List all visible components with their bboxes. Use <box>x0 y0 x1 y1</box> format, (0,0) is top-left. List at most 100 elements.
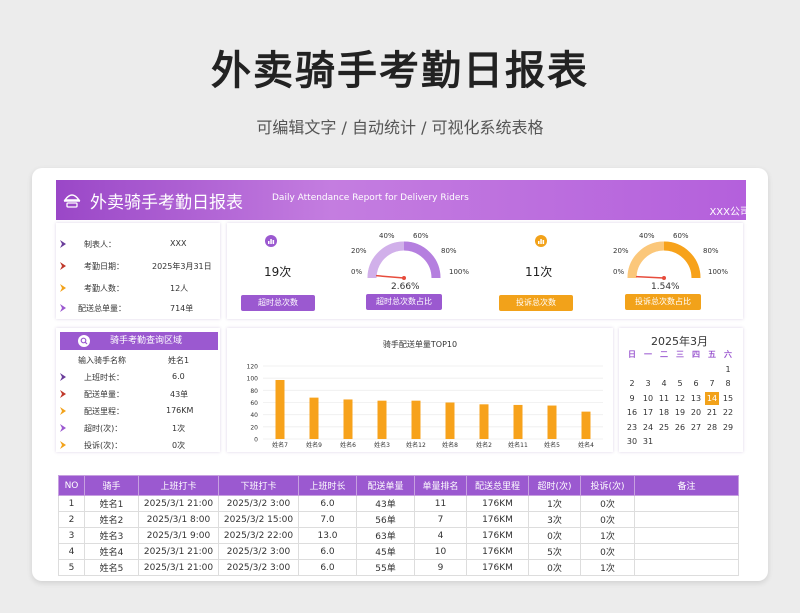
calendar-day[interactable]: 16 <box>625 406 639 419</box>
info-label: 考勤人数： <box>84 284 124 293</box>
info-value: XXX <box>170 239 187 248</box>
calendar-day[interactable]: 8 <box>721 377 735 390</box>
cell-complaints: 0次 <box>580 495 635 512</box>
calendar-day[interactable]: 21 <box>705 406 719 419</box>
calendar-day[interactable]: 12 <box>673 392 687 405</box>
cell-overtime: 3次 <box>528 511 581 528</box>
calendar-day[interactable]: 7 <box>705 377 719 390</box>
calendar-day[interactable]: 15 <box>721 392 735 405</box>
cell-no: 1 <box>58 495 85 512</box>
info-value: 12人 <box>170 284 189 293</box>
calendar-day[interactable]: 26 <box>673 421 687 434</box>
col-header-no: NO <box>58 475 85 496</box>
cell-rank: 4 <box>414 527 467 544</box>
calendar-day[interactable]: 9 <box>625 392 639 405</box>
bar[interactable] <box>479 404 489 439</box>
calendar-weekday: 四 <box>692 350 700 359</box>
top10-chart-panel: 骑手配送单量TOP10 0 20 40 60 80 100 120 姓名7 姓名9 姓名6 姓名3 姓… <box>227 328 613 452</box>
calendar-day[interactable]: 27 <box>689 421 703 434</box>
delivery-rider-icon <box>63 194 81 208</box>
calendar-day[interactable]: 4 <box>657 377 671 390</box>
calendar-day[interactable]: 28 <box>705 421 719 434</box>
x-tick-label: 姓名11 <box>508 441 528 449</box>
calendar-day[interactable]: 11 <box>657 392 671 405</box>
calendar-day[interactable]: 25 <box>657 421 671 434</box>
calendar-weekday: 六 <box>724 350 732 359</box>
calendar-day[interactable]: 1 <box>721 363 735 376</box>
table-row[interactable]: 2 姓名2 2025/3/1 8:00 2025/3/2 15:00 7.0 56单 7 17… <box>58 511 739 528</box>
calendar-day[interactable]: 20 <box>689 406 703 419</box>
calendar-day[interactable]: 29 <box>721 421 735 434</box>
cell-overtime: 0次 <box>528 527 581 544</box>
bar[interactable] <box>547 405 557 439</box>
calendar-title: 2025年3月 <box>651 335 708 348</box>
calendar-day[interactable]: 23 <box>625 421 639 434</box>
calendar-day[interactable]: 6 <box>689 377 703 390</box>
gauge-tick: 20% <box>351 247 367 255</box>
calendar-day[interactable]: 19 <box>673 406 687 419</box>
gauge-tick: 60% <box>413 232 429 240</box>
calendar-day[interactable]: 30 <box>625 435 639 448</box>
calendar-day[interactable]: 5 <box>673 377 687 390</box>
gauge-tick: 80% <box>703 247 719 255</box>
attendance-table: NO 骑手 上班打卡 下班打卡 上班时长 配送单量 单量排名 配送总里程 超时(… <box>58 475 739 576</box>
bar[interactable] <box>581 411 591 439</box>
query-value: 1次 <box>172 424 186 433</box>
calendar-day[interactable]: 24 <box>641 421 655 434</box>
y-tick-label: 120 <box>247 364 259 371</box>
query-header-label: 骑手考勤查询区域 <box>110 336 183 346</box>
info-label: 考勤日期： <box>84 262 124 271</box>
complaint-total-button[interactable]: 投诉总次数 <box>499 295 573 311</box>
col-header-clock-out: 下班打卡 <box>218 475 299 496</box>
overtime-ratio-button[interactable]: 超时总次数占比 <box>366 294 442 310</box>
table-row[interactable]: 1 姓名1 2025/3/1 21:00 2025/3/2 3:00 6.0 43单 11 1… <box>58 495 739 512</box>
calendar-day[interactable]: 13 <box>689 392 703 405</box>
bar[interactable] <box>309 397 319 439</box>
col-header-orders: 配送单量 <box>356 475 415 496</box>
gauge-tick: 100% <box>708 268 729 276</box>
chevron-right-icon <box>60 262 66 270</box>
calendar-day[interactable]: 18 <box>657 406 671 419</box>
table-row[interactable]: 3 姓名3 2025/3/1 9:00 2025/3/2 22:00 13.0 63单 4 1… <box>58 527 739 544</box>
cell-distance: 176KM <box>466 527 529 544</box>
table-header-row: NO 骑手 上班打卡 下班打卡 上班时长 配送单量 单量排名 配送总里程 超时(… <box>58 475 739 496</box>
calendar-day[interactable]: 31 <box>641 435 655 448</box>
cell-notes <box>634 511 739 528</box>
calendar-day[interactable]: 17 <box>641 406 655 419</box>
page-title: 外卖骑手考勤日报表 <box>211 48 589 94</box>
bar[interactable] <box>275 379 285 439</box>
bar[interactable] <box>377 400 387 439</box>
chart-icon <box>265 235 277 247</box>
calendar-day[interactable]: 3 <box>641 377 655 390</box>
chevron-right-icon <box>60 390 66 398</box>
complaint-ratio-button[interactable]: 投诉总次数占比 <box>625 294 701 310</box>
bar[interactable] <box>411 400 421 439</box>
query-value: 176KM <box>166 406 194 415</box>
x-tick-label: 姓名7 <box>272 441 288 449</box>
y-tick-label: 80 <box>250 388 258 395</box>
table-row[interactable]: 5 姓名5 2025/3/1 21:00 2025/3/2 3:00 6.0 55单 9 17… <box>58 559 739 576</box>
cell-orders: 55单 <box>356 559 415 576</box>
cell-rider: 姓名1 <box>84 495 139 512</box>
chevron-right-icon <box>60 424 66 432</box>
bar[interactable] <box>513 404 523 439</box>
calendar-day[interactable]: 14 <box>705 391 719 405</box>
calendar-day[interactable]: 2 <box>625 377 639 390</box>
calendar-weekday: 一 <box>644 350 652 359</box>
cell-rider: 姓名3 <box>84 527 139 544</box>
col-header-clock-in: 上班打卡 <box>138 475 219 496</box>
query-label: 配送单量： <box>84 390 124 399</box>
calendar-day[interactable]: 10 <box>641 392 655 405</box>
bar[interactable] <box>343 399 353 439</box>
calendar-day[interactable]: 22 <box>721 406 735 419</box>
rider-name-input[interactable]: 姓名1 <box>168 355 189 366</box>
x-tick-label: 姓名3 <box>374 441 390 449</box>
overtime-total-button[interactable]: 超时总次数 <box>241 295 315 311</box>
bar[interactable] <box>445 402 455 440</box>
cell-hours: 7.0 <box>298 511 357 528</box>
query-input-label: 输入骑手名称 <box>78 356 126 365</box>
table-row[interactable]: 4 姓名4 2025/3/1 21:00 2025/3/2 3:00 6.0 45单 10 1… <box>58 543 739 560</box>
cell-distance: 176KM <box>466 495 529 512</box>
cell-distance: 176KM <box>466 543 529 560</box>
page-subtitle: 可编辑文字 / 自动统计 / 可视化系统表格 <box>256 118 544 137</box>
